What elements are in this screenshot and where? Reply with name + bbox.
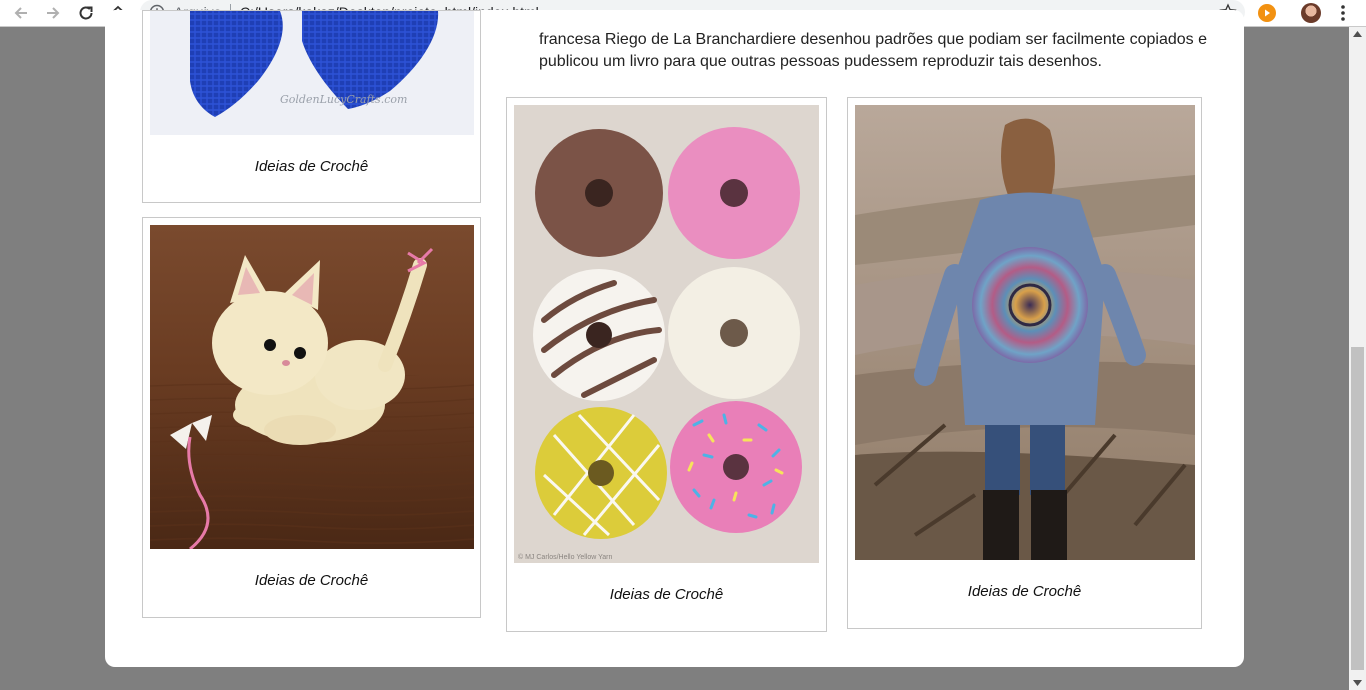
kebab-menu-icon[interactable] [1336,3,1350,28]
gallery-figure-hearts: GoldenLucyCrafts.com Ideias de Crochê [142,10,481,203]
back-button[interactable] [9,1,33,25]
crochet-cat-image [150,225,474,549]
gallery-figure-cat: Ideias de Crochê [142,217,481,618]
gallery-figure-donuts: © MJ Carlos/Hello Yellow Yarn Ideias de … [506,97,827,632]
figure-caption: Ideias de Crochê [609,586,724,603]
arrow-right-icon [47,7,60,19]
vertical-scrollbar[interactable] [1349,27,1366,690]
reload-button[interactable] [74,1,98,25]
figure-caption: Ideias de Crochê [967,583,1082,600]
scroll-up-arrow-icon[interactable] [1353,31,1362,37]
avatar[interactable] [1301,3,1321,23]
image-watermark: GoldenLucyCrafts.com [280,93,407,106]
reload-icon [79,6,93,20]
scrollbar-thumb[interactable] [1351,347,1364,670]
crochet-donuts-image: © MJ Carlos/Hello Yellow Yarn [514,105,819,563]
play-extension-icon[interactable] [1258,4,1276,22]
forward-button[interactable] [41,1,65,25]
crochet-hearts-image: GoldenLucyCrafts.com [150,11,474,135]
figure-caption: Ideias de Crochê [254,572,369,589]
crochet-cardigan-image [855,105,1195,560]
gallery-figure-cardigan: Ideias de Crochê [847,97,1202,629]
scroll-down-arrow-icon[interactable] [1353,680,1362,686]
figure-caption: Ideias de Crochê [254,158,369,175]
image-watermark: © MJ Carlos/Hello Yellow Yarn [518,553,612,561]
arrow-left-icon [14,7,27,19]
article-paragraph: francesa Riego de La Branchardiere desen… [539,31,1207,70]
